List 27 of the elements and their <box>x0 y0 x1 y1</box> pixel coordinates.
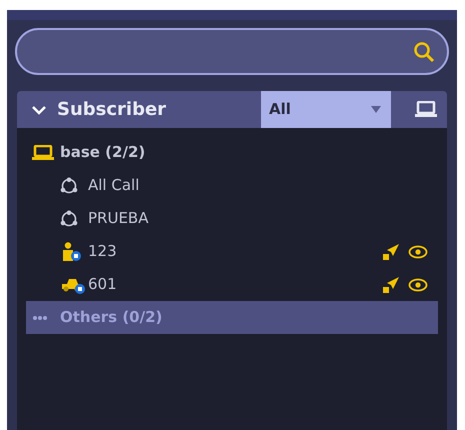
search-icon[interactable] <box>413 40 435 62</box>
filter-dropdown[interactable]: All <box>261 91 391 128</box>
tree-label: 123 <box>88 241 117 262</box>
header-title: Subscriber <box>57 98 168 122</box>
tree-row[interactable]: 123 <box>26 235 438 268</box>
tree-row[interactable]: All Call <box>26 169 438 202</box>
laptop-icon <box>32 144 54 160</box>
location-arrow-icon[interactable] <box>382 242 400 260</box>
search-field[interactable] <box>15 28 449 75</box>
dots-icon <box>32 314 48 320</box>
tree-label: Others (0/2) <box>60 307 162 328</box>
tree-row[interactable]: base (2/2) <box>26 136 438 169</box>
person-badge-icon <box>60 242 82 262</box>
tree-label: All Call <box>88 175 140 196</box>
tree-label: base (2/2) <box>60 142 146 164</box>
tree-label: 601 <box>88 274 117 296</box>
tree-row[interactable]: PRUEBA <box>26 202 438 235</box>
tree-row[interactable]: 601 <box>26 268 438 301</box>
group-circle-icon <box>60 210 78 228</box>
eye-icon[interactable] <box>408 278 428 292</box>
chevron-icon[interactable] <box>31 104 47 114</box>
eye-icon[interactable] <box>408 244 428 258</box>
location-arrow-icon[interactable] <box>382 276 400 294</box>
caret-icon <box>371 106 381 113</box>
group-circle-icon <box>60 176 78 194</box>
laptop-icon[interactable] <box>415 100 437 118</box>
tree-label: PRUEBA <box>88 208 148 230</box>
